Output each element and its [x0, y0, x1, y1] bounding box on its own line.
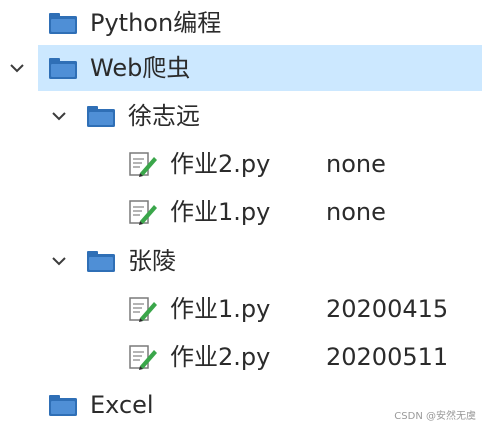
tree-item-value: 20200415	[326, 295, 449, 323]
folder-icon	[48, 392, 78, 418]
folder-icon	[86, 248, 116, 274]
tree-item-label: Excel	[90, 391, 154, 419]
watermark: CSDN @安然无虞	[394, 411, 476, 422]
tree-item-value: none	[326, 150, 386, 178]
folder-icon	[48, 10, 78, 36]
tree-item-web-crawler[interactable]: Web爬虫	[0, 45, 482, 91]
tree-item-file[interactable]: 作业1.py 20200415	[0, 286, 482, 332]
tree-item-label: Web爬虫	[90, 54, 191, 82]
tree-item-label: 作业2.py	[170, 150, 271, 178]
tree-item-label: 张陵	[128, 247, 176, 275]
tree-view: Python编程 Web爬虫 徐志远 作业2.py none 作业1.py no…	[0, 0, 482, 426]
edit-document-icon	[128, 199, 158, 225]
folder-icon	[86, 103, 116, 129]
tree-item-label: 作业1.py	[170, 198, 271, 226]
chevron-down-icon[interactable]	[50, 107, 68, 125]
tree-item-label: 作业2.py	[170, 343, 271, 371]
tree-item-value: 20200511	[326, 343, 449, 371]
edit-document-icon	[128, 344, 158, 370]
tree-item-label: 作业1.py	[170, 295, 271, 323]
tree-item-file[interactable]: 作业1.py none	[0, 189, 482, 235]
tree-item-zhangling[interactable]: 张陵	[0, 238, 482, 284]
tree-item-label: 徐志远	[128, 102, 200, 130]
tree-item-file[interactable]: 作业2.py none	[0, 141, 482, 187]
chevron-down-icon[interactable]	[8, 59, 26, 77]
edit-document-icon	[128, 151, 158, 177]
tree-item-value: none	[326, 198, 386, 226]
tree-item-file[interactable]: 作业2.py 20200511	[0, 334, 482, 380]
edit-document-icon	[128, 296, 158, 322]
chevron-down-icon[interactable]	[50, 252, 68, 270]
tree-item-python[interactable]: Python编程	[0, 0, 482, 46]
tree-item-xuzhiyuan[interactable]: 徐志远	[0, 93, 482, 139]
tree-item-label: Python编程	[90, 9, 222, 37]
folder-icon	[48, 55, 78, 81]
